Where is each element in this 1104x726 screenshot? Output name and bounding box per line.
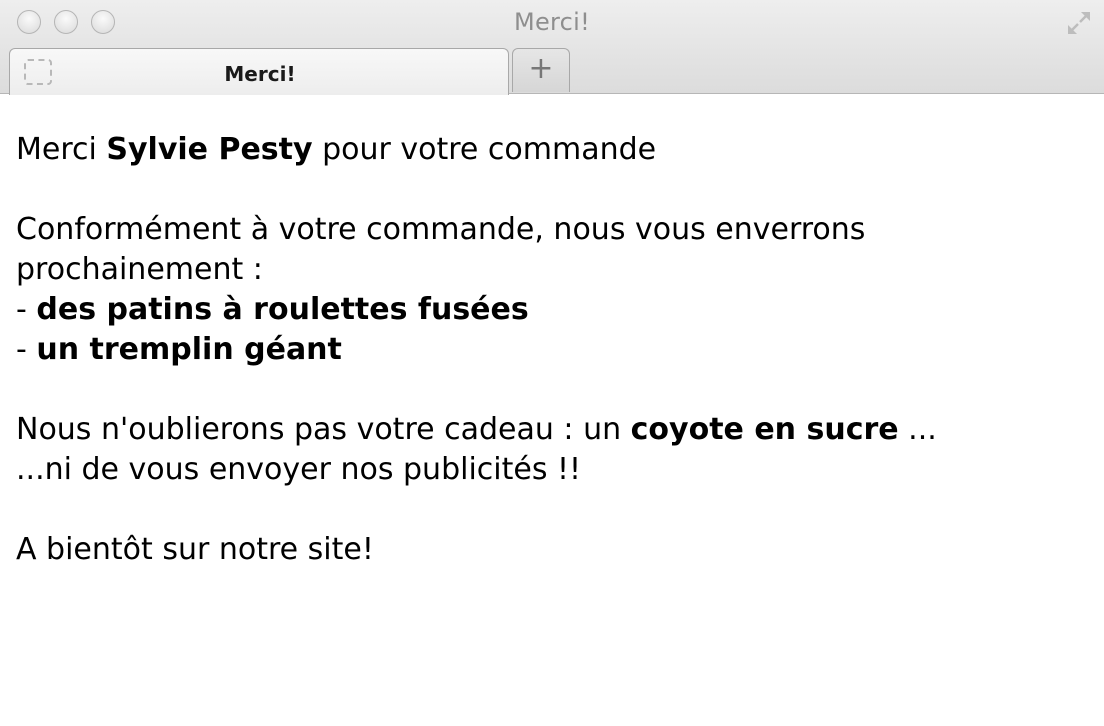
customer-name: Sylvie Pesty xyxy=(106,132,313,167)
tab-merci[interactable]: Merci! xyxy=(9,48,509,95)
title-bar: Merci! Merci! + xyxy=(0,0,1104,95)
greeting-line: Merci Sylvie Pesty pour votre commande xyxy=(16,130,1088,170)
order-item: - un tremplin géant xyxy=(16,330,1088,370)
closing-line: A bientôt sur notre site! xyxy=(16,532,374,567)
gift-text: Nous n'oublierons pas votre cadeau : un xyxy=(16,412,631,447)
page-content: Merci Sylvie Pesty pour votre commande C… xyxy=(16,130,1088,570)
gift-line: Nous n'oublierons pas votre cadeau : un … xyxy=(16,410,1088,450)
ads-line: ...ni de vous envoyer nos publicités !! xyxy=(16,452,582,487)
browser-window: Merci! Merci! + Merci Sylvie Pesty pour … xyxy=(0,0,1104,726)
window-title: Merci! xyxy=(513,8,591,36)
item-label: un tremplin géant xyxy=(36,332,342,367)
greeting-text-end: pour votre commande xyxy=(312,132,657,167)
fullscreen-arrows-icon[interactable] xyxy=(1064,8,1094,38)
gift-text-end: ... xyxy=(898,412,937,447)
intro-text: Conformément à votre commande, nous vous… xyxy=(16,212,866,287)
item-prefix: - xyxy=(16,292,37,327)
item-label: des patins à roulettes fusées xyxy=(36,292,529,327)
plus-icon: + xyxy=(528,51,554,86)
gift-item: coyote en sucre xyxy=(630,412,899,447)
greeting-text: Merci xyxy=(16,132,107,167)
tab-label: Merci! xyxy=(224,62,296,86)
order-item: - des patins à roulettes fusées xyxy=(16,290,1088,330)
new-tab-button[interactable]: + xyxy=(512,48,570,92)
item-prefix: - xyxy=(16,332,37,367)
